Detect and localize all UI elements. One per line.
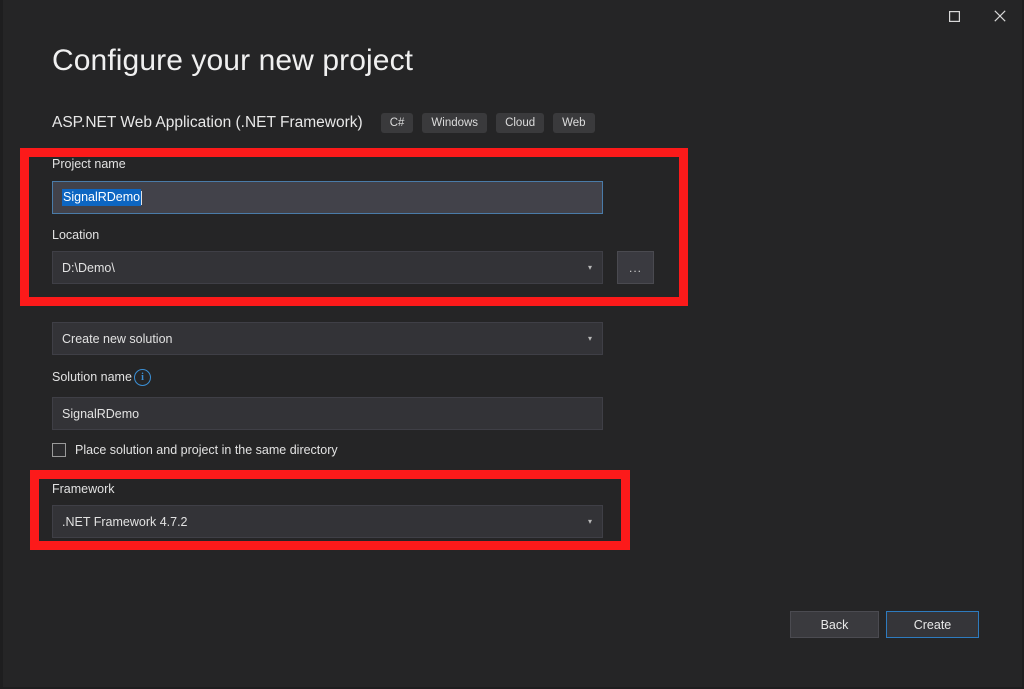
close-button[interactable]	[977, 0, 1022, 32]
solution-name-label: Solution name	[52, 370, 132, 384]
framework-combobox[interactable]: .NET Framework 4.7.2 ▾	[52, 505, 603, 538]
chevron-down-icon[interactable]: ▾	[588, 263, 592, 272]
ellipsis-icon: ...	[628, 260, 642, 275]
solution-name-input[interactable]: SignalRDemo	[52, 397, 603, 430]
create-button[interactable]: Create	[886, 611, 979, 638]
solution-name-value: SignalRDemo	[62, 406, 140, 421]
page-title: Configure your new project	[52, 44, 414, 77]
framework-value: .NET Framework 4.7.2	[62, 514, 188, 529]
same-directory-checkbox[interactable]	[52, 443, 66, 457]
text-caret	[141, 190, 143, 205]
close-icon	[993, 10, 1006, 22]
tag-language: C#	[380, 113, 414, 133]
back-button-label: Back	[820, 617, 849, 632]
maximize-button[interactable]	[932, 0, 977, 32]
location-value: D:\Demo\	[62, 260, 115, 275]
create-button-label: Create	[913, 617, 952, 632]
project-name-input[interactable]: SignalRDemo	[52, 181, 603, 214]
chevron-down-icon[interactable]: ▾	[588, 517, 592, 526]
project-name-value: SignalRDemo	[62, 189, 142, 206]
template-name: ASP.NET Web Application (.NET Framework)	[52, 114, 363, 131]
chevron-down-icon[interactable]: ▾	[588, 334, 592, 343]
browse-location-button[interactable]: ...	[617, 251, 654, 284]
tag-platform: Windows	[422, 113, 488, 133]
location-combobox[interactable]: D:\Demo\ ▾	[52, 251, 603, 284]
same-directory-label: Place solution and project in the same d…	[75, 443, 338, 457]
window-titlebar	[3, 0, 1022, 36]
location-label: Location	[52, 228, 100, 242]
tag-web: Web	[553, 113, 595, 133]
same-directory-checkbox-row[interactable]: Place solution and project in the same d…	[52, 443, 338, 457]
tag-cloud: Cloud	[496, 113, 545, 133]
framework-label: Framework	[52, 482, 115, 496]
configure-new-project-dialog: Configure your new project ASP.NET Web A…	[0, 0, 1024, 689]
info-icon[interactable]: i	[134, 369, 151, 386]
solution-combobox[interactable]: Create new solution ▾	[52, 322, 603, 355]
project-name-label: Project name	[52, 157, 126, 171]
square-icon	[949, 10, 960, 22]
solution-value: Create new solution	[62, 331, 173, 346]
template-summary: ASP.NET Web Application (.NET Framework)…	[52, 113, 604, 133]
back-button[interactable]: Back	[790, 611, 879, 638]
